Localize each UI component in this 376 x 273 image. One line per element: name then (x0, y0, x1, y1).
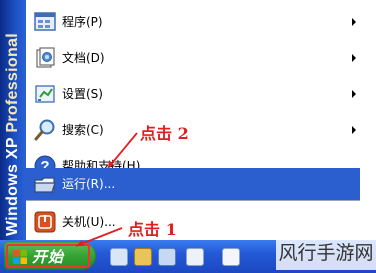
banner-windows: Windows XP (4, 137, 21, 236)
documents-icon (36, 47, 55, 68)
menu-item-label: 文档(D) (62, 51, 105, 65)
submenu-arrow-icon (352, 54, 356, 62)
menu-divider (26, 200, 360, 201)
watermark: 风行手游网 (276, 236, 376, 270)
menu-item-programs[interactable]: 程序(P) (26, 4, 360, 40)
start-highlight-frame (6, 244, 90, 268)
submenu-arrow-icon (352, 126, 356, 134)
programs-icon (34, 12, 56, 31)
menu-right-edge (360, 0, 376, 200)
quicklaunch-app-icon[interactable] (222, 248, 240, 266)
settings-icon (35, 85, 55, 103)
submenu-arrow-icon (352, 90, 356, 98)
submenu-arrow-icon (352, 18, 356, 26)
menu-item-documents[interactable]: 文档(D) (26, 40, 360, 76)
menu-item-run[interactable]: 运行(R)... (26, 168, 360, 200)
menu-item-label: 运行(R)... (62, 177, 116, 191)
menu-item-label: 搜索(C) (62, 123, 104, 137)
run-icon (34, 177, 56, 193)
banner-text: Windows XP Professional (2, 0, 24, 236)
menu-item-search[interactable]: 搜索(C) (26, 112, 360, 148)
menu-item-label: 关机(U)... (62, 215, 116, 229)
annotation-step-2: 点击 2 (140, 124, 189, 143)
banner-edition: Professional (4, 33, 21, 133)
menu-item-shutdown[interactable]: 关机(U)... (26, 204, 360, 240)
menu-item-label: 设置(S) (62, 87, 103, 101)
annotation-step-1: 点击 1 (128, 220, 177, 239)
quicklaunch-media-icon[interactable] (134, 248, 152, 266)
quicklaunch-app-icon[interactable] (186, 248, 204, 266)
quicklaunch-desktop-icon[interactable] (158, 248, 176, 266)
start-menu-banner: Windows XP Professional (0, 0, 26, 240)
shutdown-icon (34, 211, 56, 233)
menu-item-label: 程序(P) (62, 15, 103, 29)
search-icon (34, 119, 55, 141)
quicklaunch-browser-icon[interactable] (110, 248, 128, 266)
menu-item-settings[interactable]: 设置(S) (26, 76, 360, 112)
